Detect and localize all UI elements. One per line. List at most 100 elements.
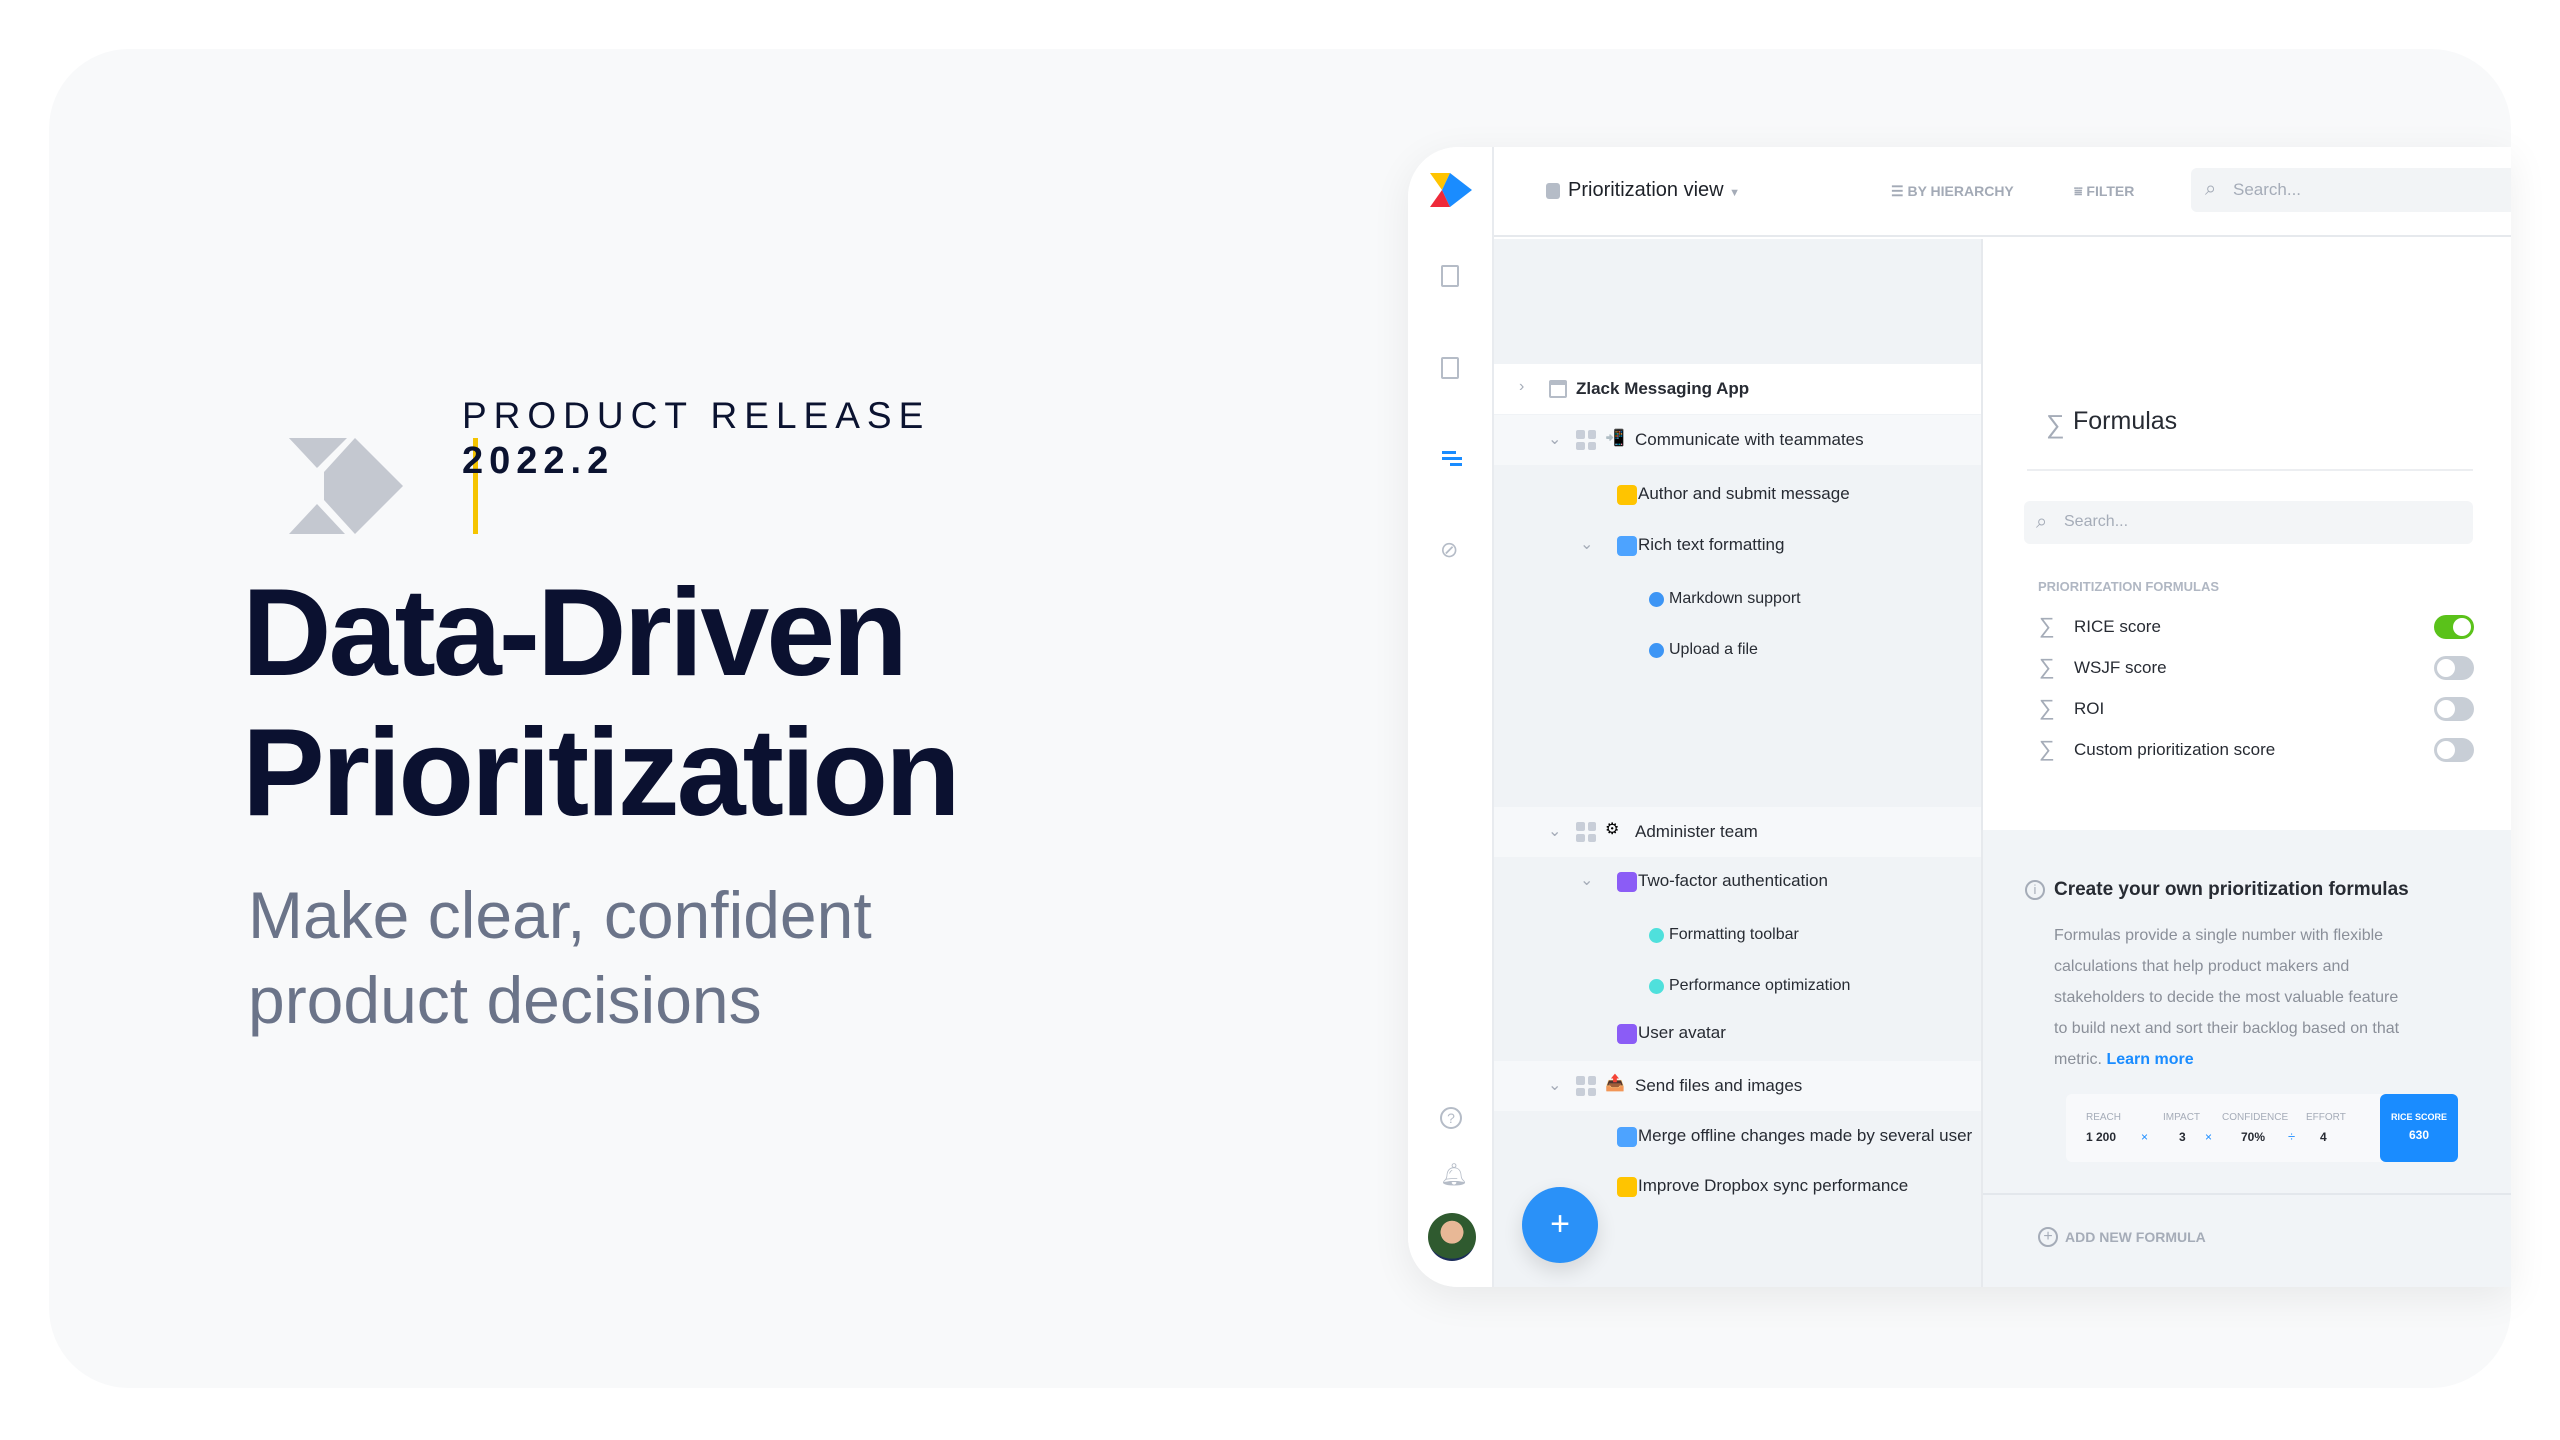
search-placeholder: Search... xyxy=(2064,513,2129,530)
lock-icon xyxy=(1546,183,1560,199)
chevron-down-icon[interactable]: ⌄ xyxy=(1580,534,1593,554)
chevron-down-icon[interactable]: ⌄ xyxy=(1548,1075,1561,1095)
tree-row-feature[interactable]: ⌄ Two-factor authentication xyxy=(1494,856,1981,906)
tree-row-feature[interactable]: User avatar xyxy=(1494,1008,1981,1058)
add-formula-label: ADD NEW FORMULA xyxy=(2065,1229,2206,1245)
feature-color-icon xyxy=(1617,1024,1637,1044)
header-search[interactable]: ⌕ Search... xyxy=(2191,168,2511,212)
info-line: stakeholders to decide the most valuable… xyxy=(2054,989,2399,1006)
outbox-emoji-icon: 📤 xyxy=(1605,1075,1625,1092)
formula-toggle[interactable] xyxy=(2434,656,2474,680)
tree-label: Markdown support xyxy=(1669,590,1801,607)
tree-row-component[interactable]: ⌄ 📲 Communicate with teammates xyxy=(1494,415,1981,465)
formula-search[interactable]: ⌕ Search... xyxy=(2024,501,2473,544)
view-name: Prioritization view xyxy=(1568,179,1724,201)
tree-label: Upload a file xyxy=(1669,641,1758,658)
divide-icon: ÷ xyxy=(2288,1129,2296,1144)
reach-label: REACH xyxy=(2086,1112,2122,1123)
subfeature-dot-icon xyxy=(1649,928,1664,943)
brand-logo xyxy=(289,438,403,534)
confidence-value: 70% xyxy=(2241,1130,2266,1144)
document-icon[interactable] xyxy=(1441,357,1459,379)
subtitle-line-1: Make clear, confident xyxy=(248,878,872,952)
product-label: Zlack Messaging App xyxy=(1576,379,1750,398)
formula-toggle[interactable] xyxy=(2434,738,2474,762)
formulas-title: Formulas xyxy=(2073,407,2178,435)
search-placeholder: Search... xyxy=(2233,180,2302,199)
prioritization-icon[interactable] xyxy=(1442,451,1462,467)
subfeature-dot-icon xyxy=(1649,592,1664,607)
tree-row-subfeature[interactable]: Formatting toolbar xyxy=(1494,910,1981,960)
info-line: metric. xyxy=(2054,1051,2102,1068)
search-icon: ⌕ xyxy=(2036,511,2048,533)
formula-label: ROI xyxy=(2074,699,2105,718)
headline-line-1: Data-Driven xyxy=(242,564,908,702)
group-by-button[interactable]: ☰ BY HIERARCHY xyxy=(1891,183,2014,200)
chevron-down-icon[interactable]: ⌄ xyxy=(1548,821,1561,841)
effort-label: EFFORT xyxy=(2306,1112,2346,1123)
left-rail: ⊘ ? 🔔︎ xyxy=(1408,147,1494,1287)
sigma-icon: ∑ xyxy=(2039,613,2055,638)
bell-icon[interactable]: 🔔︎ xyxy=(1440,1162,1468,1188)
sigma-icon: ∑ xyxy=(2046,409,2065,439)
info-line: calculations that help product makers an… xyxy=(2054,958,2350,975)
rice-example: REACH 1 200 × IMPACT 3 × CONFIDENCE 70% … xyxy=(2066,1094,2458,1162)
formulas-panel: ∑ Formulas ⌕ Search... PRIORITIZATION FO… xyxy=(1981,239,2511,1287)
feature-color-icon xyxy=(1617,1177,1637,1197)
formula-label: Custom prioritization score xyxy=(2074,740,2276,759)
feature-tree: › Zlack Messaging App ⌄ 📲 Communicate wi… xyxy=(1494,239,1981,1287)
tree-row-feature[interactable]: Merge offline changes made by several us… xyxy=(1494,1111,1981,1161)
feature-color-icon xyxy=(1617,536,1637,556)
tree-row-component[interactable]: ⌄ 📤 Send files and images xyxy=(1494,1061,1981,1111)
tree-row-subfeature[interactable]: Markdown support xyxy=(1494,574,1981,624)
top-bar: Prioritization view ▼ ☰ BY HIERARCHY ⩸ F… xyxy=(1494,147,2511,237)
formula-toggle[interactable] xyxy=(2434,615,2474,639)
release-eyebrow: PRODUCT RELEASE xyxy=(462,395,931,436)
caret-down-icon: ▼ xyxy=(1729,187,1741,199)
chevron-right-icon[interactable]: › xyxy=(1519,378,1524,396)
plus-circle-icon: + xyxy=(2038,1227,2058,1247)
add-button[interactable]: + xyxy=(1522,1187,1598,1263)
learn-more-link[interactable]: Learn more xyxy=(2106,1051,2193,1068)
reach-value: 1 200 xyxy=(2086,1130,2117,1144)
tree-row-feature[interactable]: Author and submit message xyxy=(1494,469,1981,519)
divider xyxy=(2027,469,2473,471)
sigma-icon: ∑ xyxy=(2039,654,2055,679)
tree-label: Communicate with teammates xyxy=(1635,430,1864,449)
component-icon xyxy=(1576,430,1596,450)
tree-row-component[interactable]: ⌄ ⚙ Administer team xyxy=(1494,807,1981,857)
subfeature-dot-icon xyxy=(1649,979,1664,994)
impact-value: 3 xyxy=(2179,1130,2186,1144)
tree-row-product[interactable]: › Zlack Messaging App xyxy=(1494,364,1981,414)
app-logo xyxy=(1430,173,1472,207)
group-by-label: BY HIERARCHY xyxy=(1907,183,2014,199)
impact-label: IMPACT xyxy=(2163,1112,2201,1123)
user-avatar[interactable] xyxy=(1428,1213,1476,1261)
tree-label: Improve Dropbox sync performance xyxy=(1638,1176,1909,1195)
filter-icon: ⩸ xyxy=(2074,183,2083,199)
insights-icon[interactable]: ⊘ xyxy=(1440,537,1458,563)
headline-line-2: Prioritization xyxy=(242,704,961,842)
roadmap-icon[interactable] xyxy=(1441,265,1459,287)
view-selector[interactable]: Prioritization view ▼ xyxy=(1568,179,1740,202)
chevron-down-icon[interactable]: ⌄ xyxy=(1580,870,1593,890)
tree-row-subfeature[interactable]: Performance optimization xyxy=(1494,961,1981,1011)
help-icon[interactable]: ? xyxy=(1440,1107,1462,1129)
section-label: PRIORITIZATION FORMULAS xyxy=(2038,579,2220,594)
tree-row-subfeature[interactable]: Upload a file xyxy=(1494,625,1981,675)
release-version: 2022.2 xyxy=(462,440,615,482)
effort-value: 4 xyxy=(2320,1130,2327,1144)
filter-button[interactable]: ⩸ FILTER xyxy=(2074,183,2134,200)
multiply-icon: × xyxy=(2141,1130,2149,1144)
info-description: Formulas provide a single number with fl… xyxy=(2054,920,2399,1075)
formula-toggle[interactable] xyxy=(2434,697,2474,721)
sigma-icon: ∑ xyxy=(2039,695,2055,720)
chevron-down-icon[interactable]: ⌄ xyxy=(1548,429,1561,449)
tree-label: User avatar xyxy=(1638,1023,1726,1042)
tree-row-feature[interactable]: ⌄ Rich text formatting xyxy=(1494,520,1981,570)
info-line: Formulas provide a single number with fl… xyxy=(2054,927,2384,944)
info-line: to build next and sort their backlog bas… xyxy=(2054,1020,2400,1037)
multiply-icon: × xyxy=(2205,1130,2213,1144)
gear-emoji-icon: ⚙ xyxy=(1605,821,1620,838)
feature-color-icon xyxy=(1617,485,1637,505)
